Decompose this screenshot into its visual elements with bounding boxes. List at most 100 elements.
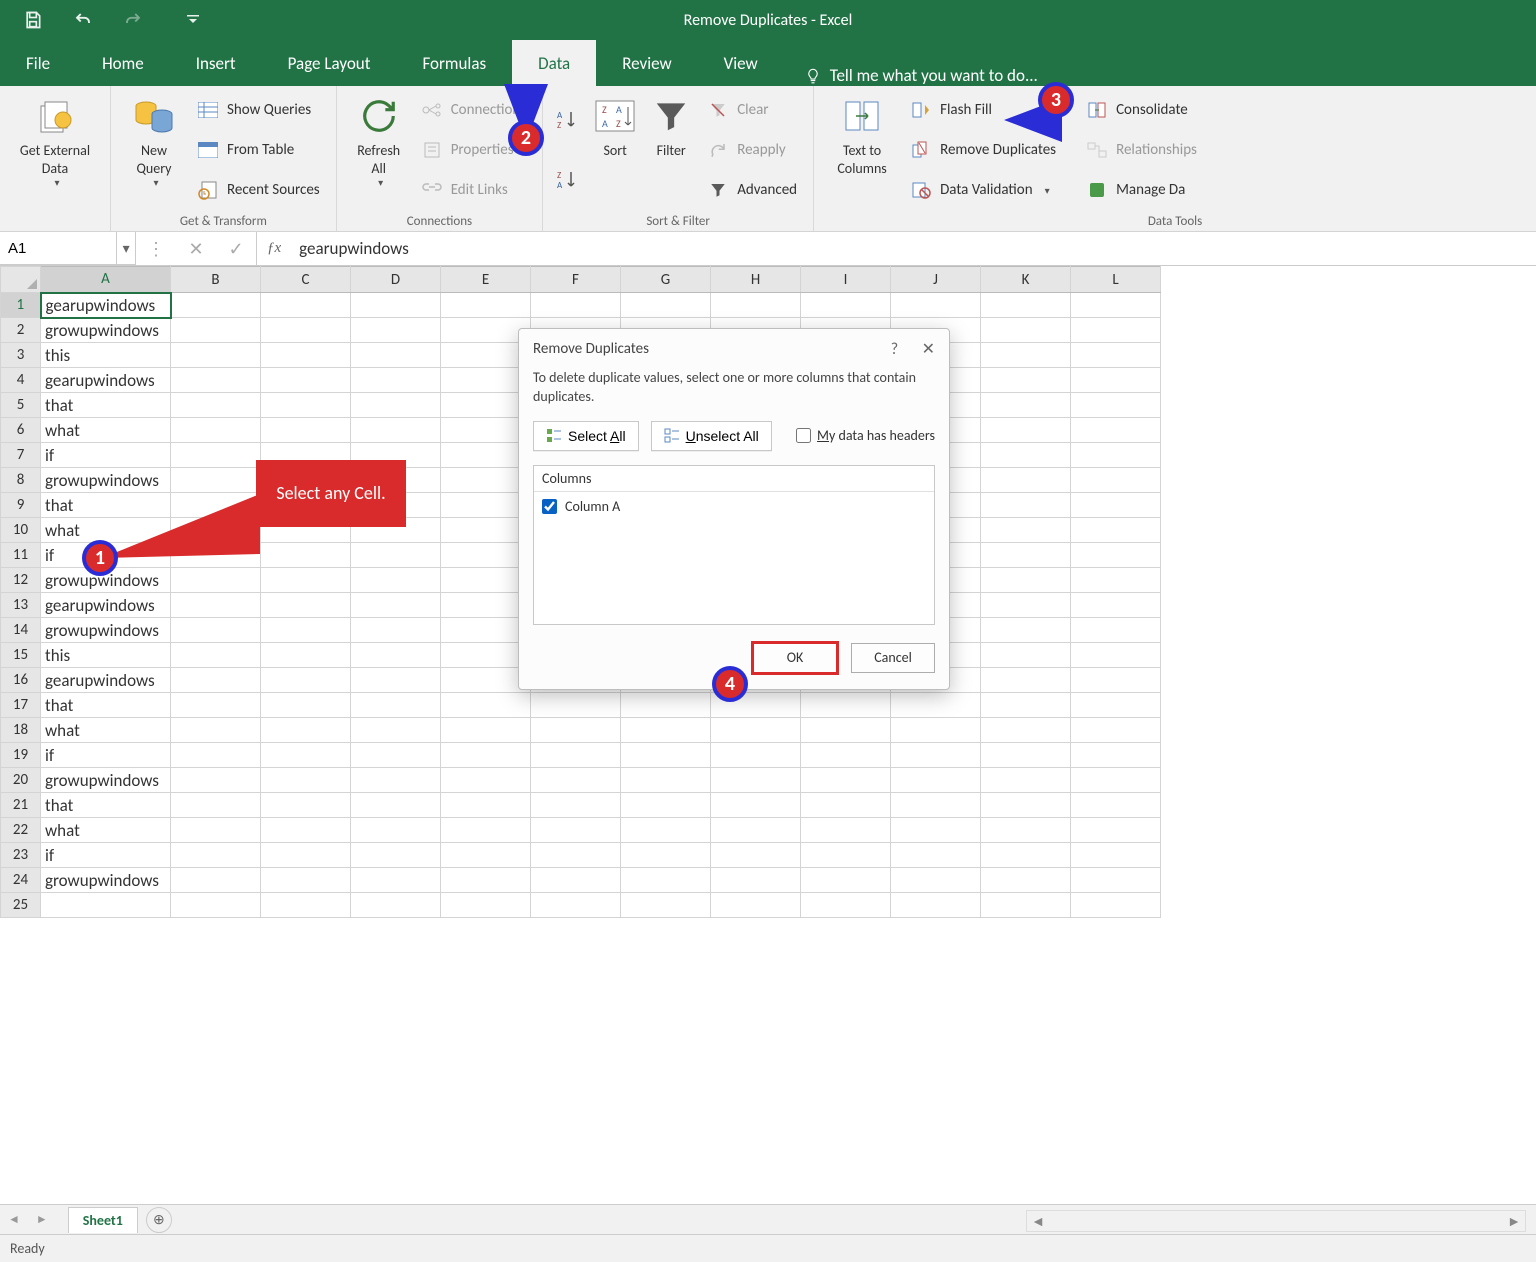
cell-L21[interactable] — [1071, 793, 1161, 818]
cell-G23[interactable] — [621, 843, 711, 868]
row-header-11[interactable]: 11 — [1, 543, 41, 568]
cell-C22[interactable] — [261, 818, 351, 843]
sheet-nav-next-icon[interactable]: ► — [28, 1212, 56, 1227]
sheet-tab-sheet1[interactable]: Sheet1 — [68, 1207, 138, 1233]
cell-C12[interactable] — [261, 568, 351, 593]
edit-links-button[interactable]: Edit Links — [415, 175, 533, 205]
row-header-24[interactable]: 24 — [1, 868, 41, 893]
column-header-B[interactable]: B — [171, 267, 261, 293]
cell-C25[interactable] — [261, 893, 351, 918]
cell-K4[interactable] — [981, 368, 1071, 393]
column-header-A[interactable]: A — [41, 267, 171, 293]
cell-D25[interactable] — [351, 893, 441, 918]
row-header-1[interactable]: 1 — [1, 293, 41, 318]
column-header-H[interactable]: H — [711, 267, 801, 293]
cell-J18[interactable] — [891, 718, 981, 743]
cell-L10[interactable] — [1071, 518, 1161, 543]
cell-D14[interactable] — [351, 618, 441, 643]
cell-A5[interactable]: that — [41, 393, 171, 418]
cell-A15[interactable]: this — [41, 643, 171, 668]
fx-icon[interactable]: ƒx — [257, 232, 291, 265]
select-all-button[interactable]: Select All — [533, 421, 639, 451]
column-header-L[interactable]: L — [1071, 267, 1161, 293]
cell-B24[interactable] — [171, 868, 261, 893]
cell-K24[interactable] — [981, 868, 1071, 893]
cell-J21[interactable] — [891, 793, 981, 818]
cell-K12[interactable] — [981, 568, 1071, 593]
cell-B6[interactable] — [171, 418, 261, 443]
formula-value[interactable]: gearupwindows — [291, 232, 1536, 265]
cell-L25[interactable] — [1071, 893, 1161, 918]
cell-B21[interactable] — [171, 793, 261, 818]
cell-K23[interactable] — [981, 843, 1071, 868]
column-header-J[interactable]: J — [891, 267, 981, 293]
row-header-15[interactable]: 15 — [1, 643, 41, 668]
cell-J23[interactable] — [891, 843, 981, 868]
cell-E15[interactable] — [441, 643, 531, 668]
cell-J19[interactable] — [891, 743, 981, 768]
redo-icon[interactable] — [122, 9, 144, 31]
dialog-close-icon[interactable]: ✕ — [922, 340, 935, 359]
cell-A24[interactable]: growupwindows — [41, 868, 171, 893]
cell-B19[interactable] — [171, 743, 261, 768]
row-header-17[interactable]: 17 — [1, 693, 41, 718]
from-table-button[interactable]: From Table — [191, 135, 326, 165]
cell-J17[interactable] — [891, 693, 981, 718]
cell-E24[interactable] — [441, 868, 531, 893]
cell-I23[interactable] — [801, 843, 891, 868]
enter-formula-icon[interactable]: ✓ — [216, 238, 256, 260]
cell-B17[interactable] — [171, 693, 261, 718]
advanced-filter-button[interactable]: Advanced — [701, 175, 803, 205]
cell-F1[interactable] — [531, 293, 621, 318]
cell-D4[interactable] — [351, 368, 441, 393]
row-header-20[interactable]: 20 — [1, 768, 41, 793]
cell-E12[interactable] — [441, 568, 531, 593]
cell-C2[interactable] — [261, 318, 351, 343]
cell-E9[interactable] — [441, 493, 531, 518]
cell-H1[interactable] — [711, 293, 801, 318]
row-header-8[interactable]: 8 — [1, 468, 41, 493]
cell-L5[interactable] — [1071, 393, 1161, 418]
add-sheet-button[interactable]: ⊕ — [146, 1207, 172, 1233]
cell-B15[interactable] — [171, 643, 261, 668]
cell-E6[interactable] — [441, 418, 531, 443]
cell-H25[interactable] — [711, 893, 801, 918]
cell-D17[interactable] — [351, 693, 441, 718]
cell-L3[interactable] — [1071, 343, 1161, 368]
data-validation-button[interactable]: Data Validation — [904, 175, 1062, 205]
cell-B3[interactable] — [171, 343, 261, 368]
cell-H20[interactable] — [711, 768, 801, 793]
cell-F23[interactable] — [531, 843, 621, 868]
cell-K18[interactable] — [981, 718, 1071, 743]
row-header-14[interactable]: 14 — [1, 618, 41, 643]
text-to-columns-button[interactable]: Text to Columns — [824, 90, 900, 210]
cancel-formula-icon[interactable]: ✕ — [176, 238, 216, 260]
cell-A19[interactable]: if — [41, 743, 171, 768]
cell-D13[interactable] — [351, 593, 441, 618]
get-external-data-button[interactable]: Get External Data — [10, 90, 100, 210]
cell-B2[interactable] — [171, 318, 261, 343]
cell-L20[interactable] — [1071, 768, 1161, 793]
cell-A21[interactable]: that — [41, 793, 171, 818]
cell-C14[interactable] — [261, 618, 351, 643]
cell-A8[interactable]: growupwindows — [41, 468, 171, 493]
cell-H18[interactable] — [711, 718, 801, 743]
cell-A25[interactable] — [41, 893, 171, 918]
cell-C4[interactable] — [261, 368, 351, 393]
cell-L1[interactable] — [1071, 293, 1161, 318]
column-header-E[interactable]: E — [441, 267, 531, 293]
clear-filter-button[interactable]: Clear — [701, 95, 803, 125]
cell-D15[interactable] — [351, 643, 441, 668]
column-header-C[interactable]: C — [261, 267, 351, 293]
row-header-6[interactable]: 6 — [1, 418, 41, 443]
cell-L19[interactable] — [1071, 743, 1161, 768]
cell-B14[interactable] — [171, 618, 261, 643]
reapply-button[interactable]: Reapply — [701, 135, 803, 165]
cell-E18[interactable] — [441, 718, 531, 743]
cell-K11[interactable] — [981, 543, 1071, 568]
cell-I17[interactable] — [801, 693, 891, 718]
my-data-has-headers[interactable]: My data has headers — [796, 427, 935, 444]
cell-L12[interactable] — [1071, 568, 1161, 593]
cell-A13[interactable]: gearupwindows — [41, 593, 171, 618]
cell-I21[interactable] — [801, 793, 891, 818]
